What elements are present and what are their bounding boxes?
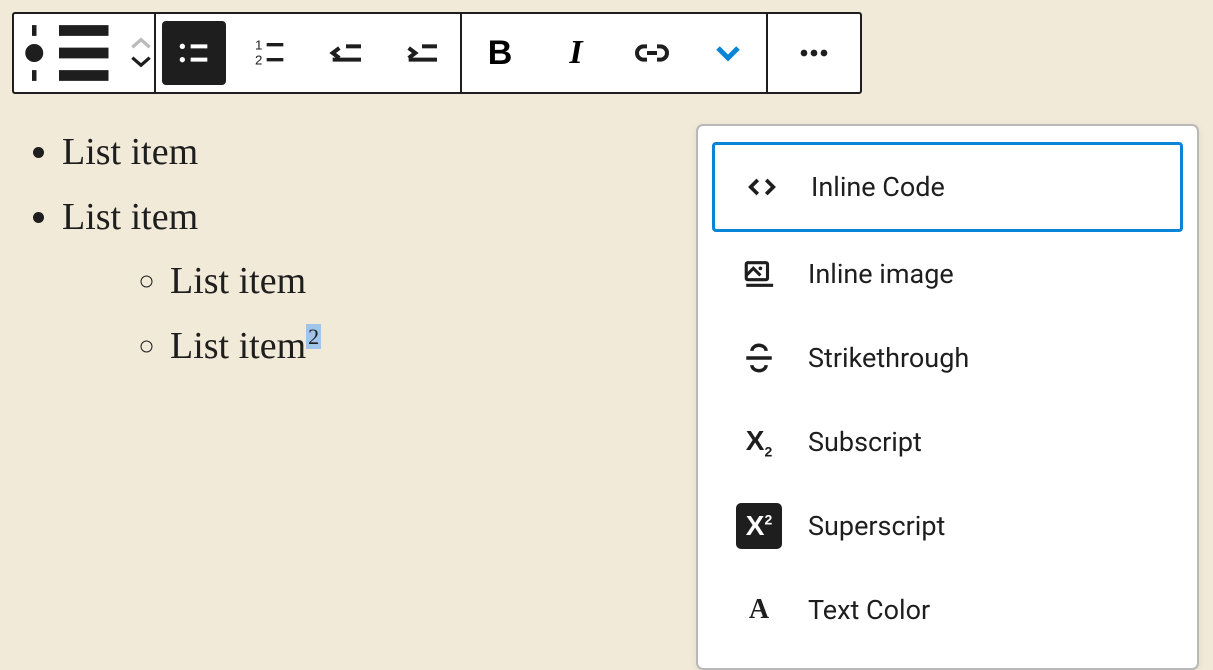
dropdown-item-superscript[interactable]: X2 Superscript xyxy=(712,484,1183,568)
more-format-button[interactable] xyxy=(690,14,766,92)
unordered-list-button[interactable] xyxy=(162,21,226,85)
svg-text:1: 1 xyxy=(255,38,262,53)
italic-icon: I xyxy=(569,34,582,72)
unordered-list-icon xyxy=(174,33,214,73)
link-icon xyxy=(632,33,672,73)
svg-text:2: 2 xyxy=(255,53,262,68)
italic-button[interactable]: I xyxy=(538,14,614,92)
superscript-text: 2 xyxy=(306,324,321,349)
toolbar-group-block xyxy=(14,14,156,92)
indent-button[interactable] xyxy=(384,14,460,92)
link-button[interactable] xyxy=(614,14,690,92)
dropdown-item-strikethrough[interactable]: Strikethrough xyxy=(712,316,1183,400)
bold-button[interactable]: B xyxy=(462,14,538,92)
list-item-text: List item xyxy=(62,196,198,238)
list-item[interactable]: List item List item List item2 xyxy=(62,185,321,379)
dropdown-item-label: Subscript xyxy=(808,426,922,458)
ordered-list-button[interactable]: 1 2 xyxy=(232,14,308,92)
list-item-text: List item xyxy=(170,260,306,302)
list-item[interactable]: List item2 xyxy=(170,314,321,379)
chevron-up-icon[interactable] xyxy=(128,36,154,52)
dropdown-item-label: Superscript xyxy=(808,510,945,542)
dropdown-item-label: Strikethrough xyxy=(808,342,969,374)
bold-icon: B xyxy=(488,34,513,73)
more-options-button[interactable] xyxy=(768,14,860,92)
dots-horizontal-icon xyxy=(794,33,834,73)
list: List item List item List item List item2 xyxy=(18,120,321,378)
list-item[interactable]: List item xyxy=(62,120,321,185)
dropdown-item-label: Inline Code xyxy=(811,171,945,203)
list-icon xyxy=(14,0,122,107)
list-item-text: List item xyxy=(170,325,306,367)
image-icon xyxy=(736,251,782,297)
block-toolbar: 1 2 B I xyxy=(12,12,862,94)
indent-icon xyxy=(402,33,442,73)
toolbar-group-list: 1 2 xyxy=(156,14,462,92)
text-color-icon: A xyxy=(736,587,782,633)
dropdown-item-subscript[interactable]: X2 Subscript xyxy=(712,400,1183,484)
code-icon xyxy=(739,164,785,210)
list-item[interactable]: List item xyxy=(170,249,321,314)
block-type-button[interactable] xyxy=(14,14,154,92)
nested-list: List item List item2 xyxy=(62,249,321,378)
dropdown-item-inline-image[interactable]: Inline image xyxy=(712,232,1183,316)
dropdown-item-label: Inline image xyxy=(808,258,954,290)
ordered-list-icon: 1 2 xyxy=(250,33,290,73)
outdent-button[interactable] xyxy=(308,14,384,92)
format-dropdown: Inline Code Inline image Strikethrough X… xyxy=(696,124,1199,670)
chevron-down-icon[interactable] xyxy=(128,54,154,70)
dropdown-item-label: Text Color xyxy=(808,594,930,626)
toolbar-group-more xyxy=(768,14,860,92)
dropdown-item-inline-code[interactable]: Inline Code xyxy=(712,142,1183,232)
outdent-icon xyxy=(326,33,366,73)
list-item-text: List item xyxy=(62,131,198,173)
chevron-down-icon xyxy=(708,33,748,73)
block-movers xyxy=(128,36,154,70)
superscript-icon: X2 xyxy=(736,503,782,549)
dropdown-item-text-color[interactable]: A Text Color xyxy=(712,568,1183,652)
toolbar-group-format: B I xyxy=(462,14,768,92)
editor-content[interactable]: List item List item List item List item2 xyxy=(18,120,321,378)
subscript-icon: X2 xyxy=(736,419,782,465)
strikethrough-icon xyxy=(736,335,782,381)
